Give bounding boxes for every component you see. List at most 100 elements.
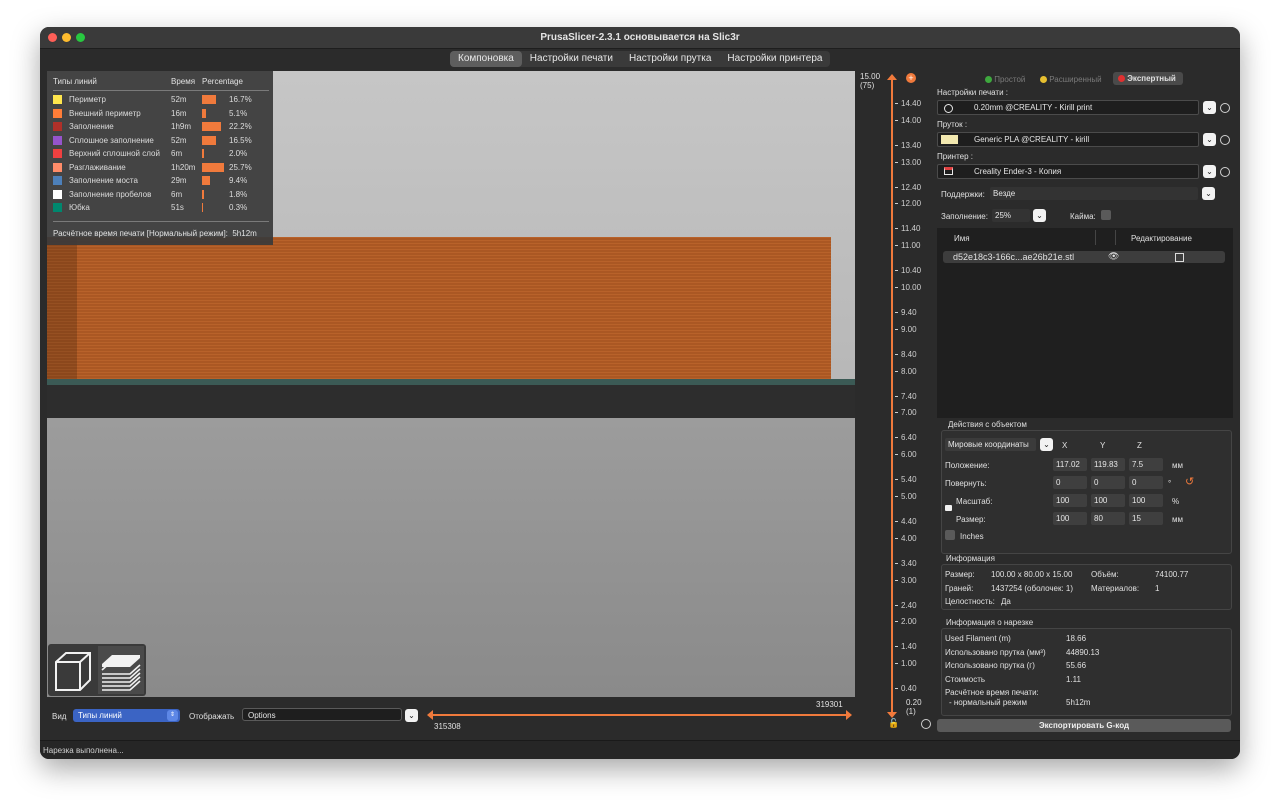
position-label: Положение: [945,461,990,470]
slice-cost-label: Стоимость [945,675,986,684]
layer-slider-track[interactable] [891,77,893,713]
legend-row[interactable]: Заполнение моста 29m 9.4% [53,174,269,187]
show-options-combo[interactable]: Options [242,708,402,721]
gear-icon[interactable] [1220,167,1230,177]
reset-rotation-icon[interactable]: ↺ [1185,475,1194,488]
chevron-down-icon[interactable]: ⌄ [1203,133,1216,146]
minimize-window-button[interactable] [62,33,71,42]
layers-view-icon[interactable] [98,646,144,694]
chevron-down-icon[interactable]: ⌄ [1203,165,1216,178]
filament-combo[interactable]: Generic PLA @CREALITY - kirill [937,132,1199,147]
inches-label: Inches [960,532,984,541]
supports-combo[interactable]: Везде [990,187,1198,200]
legend-percentage: 5.1% [229,108,248,118]
layer-tick [895,370,898,372]
infill-label: Заполнение: [941,212,988,221]
legend-percentage-bar [202,189,204,199]
legend-divider [53,221,269,222]
tab-plater[interactable]: Компоновка [450,51,522,67]
lock-icon[interactable] [945,505,952,511]
legend-name: Заполнение [69,122,114,131]
chevron-down-icon[interactable]: ⌄ [405,709,418,722]
view-type-select[interactable]: Типы линий ⇕ [73,709,180,722]
inches-checkbox[interactable] [945,530,955,540]
add-color-change-icon[interactable]: + [906,73,916,83]
mode-advanced[interactable]: Расширенный [1040,75,1102,84]
scale-y-input[interactable]: 100 [1091,494,1125,507]
coordinates-combo[interactable]: Мировые координаты [945,438,1036,451]
position-unit: мм [1172,461,1183,470]
size-x-input[interactable]: 100 [1053,512,1087,525]
brim-checkbox[interactable] [1101,210,1111,220]
rotate-label: Повернуть: [945,479,987,488]
gear-icon[interactable] [921,719,931,729]
printer-combo[interactable]: Creality Ender-3 - Копия [937,164,1199,179]
layer-top-thumb[interactable] [887,74,897,80]
rotate-y-input[interactable]: 0 [1091,476,1125,489]
legend-swatch [53,176,62,185]
close-window-button[interactable] [48,33,57,42]
gear-icon[interactable] [1220,103,1230,113]
chevron-down-icon[interactable]: ⌄ [1040,438,1053,451]
tab-printer-settings[interactable]: Настройки принтера [719,51,830,67]
infill-combo[interactable]: 25% [992,209,1030,222]
horizontal-slider-track[interactable] [432,714,846,716]
eye-icon[interactable]: 👁 [1108,251,1119,262]
legend-name: Верхний сплошной слой [69,149,160,158]
tab-filament-settings[interactable]: Настройки прутка [621,51,719,67]
h-slider-left-thumb[interactable] [427,710,433,720]
tab-print-settings[interactable]: Настройки печати [522,51,621,67]
legend-percentage: 0.3% [229,203,248,212]
chevron-down-icon[interactable]: ⌄ [1202,187,1215,200]
chevron-down-icon[interactable]: ⌄ [1033,209,1046,222]
legend-row[interactable]: Верхний сплошной слой 6m 2.0% [53,147,269,160]
rotate-x-input[interactable]: 0 [1053,476,1087,489]
legend-total: Расчётное время печати [Нормальный режим… [53,229,257,238]
export-gcode-button[interactable]: Экспортировать G-код [937,719,1231,732]
print-settings-combo[interactable]: 0.20mm @CREALITY - Kirill print [937,100,1199,115]
legend-swatch [53,203,62,212]
layer-tick [895,328,898,330]
size-z-input[interactable]: 15 [1129,512,1163,525]
mode-simple[interactable]: Простой [985,75,1025,84]
layer-tick [895,437,898,439]
legend-row[interactable]: Внешний периметр 16m 5.1% [53,107,269,120]
scale-x-input[interactable]: 100 [1053,494,1087,507]
slice-used-filament-m-value: 18.66 [1066,634,1087,643]
legend-row[interactable]: Юбка 51s 0.3% [53,201,269,214]
lock-icon[interactable]: 🔓 [888,719,899,728]
layer-tick [895,479,898,481]
title-bar: PrusaSlicer-2.3.1 основывается на Slic3r [40,27,1240,49]
legend-row[interactable]: Заполнение 1h9m 22.2% [53,120,269,133]
legend-name: Разглаживание [69,162,126,172]
position-y-input[interactable]: 119.83 [1091,458,1125,471]
legend-row[interactable]: Периметр 52m 16.7% [53,93,269,106]
legend-swatch [53,149,62,158]
scale-z-input[interactable]: 100 [1129,494,1163,507]
rotate-z-input[interactable]: 0 [1129,476,1163,489]
layer-tick [895,287,898,288]
legend-time: 51s [171,203,184,212]
3d-view-icon[interactable] [50,646,94,694]
h-slider-right-thumb[interactable] [846,710,852,720]
size-unit: мм [1172,515,1183,524]
legend-swatch [53,122,62,131]
legend-row[interactable]: Сплошное заполнение 52m 16.5% [53,134,269,147]
scale-unit: % [1172,497,1180,506]
gear-icon[interactable] [1220,135,1230,145]
mode-expert[interactable]: Экспертный [1113,72,1183,85]
layer-tick-label: 12.00 [901,199,922,209]
position-z-input[interactable]: 7.5 [1129,458,1163,471]
position-x-input[interactable]: 117.02 [1053,458,1087,471]
legend-swatch [53,189,62,199]
size-y-input[interactable]: 80 [1091,512,1125,525]
layer-tick-label: 5.00 [901,492,917,501]
layer-tick-label: 1.00 [901,659,917,669]
legend-panel: Типы линий Время Percentage Периметр 52m 1… [47,71,273,245]
chevron-down-icon[interactable]: ⌄ [1203,101,1216,114]
legend-row[interactable]: Разглаживание 1h20m 25.7% [53,161,269,174]
object-row[interactable]: d52e18c3-166c...ae26b21e.stl 👁 [943,251,1225,263]
zoom-window-button[interactable] [76,33,85,42]
legend-row[interactable]: Заполнение пробелов 6m 1.8% [53,188,269,201]
edit-icon[interactable] [1175,253,1184,262]
